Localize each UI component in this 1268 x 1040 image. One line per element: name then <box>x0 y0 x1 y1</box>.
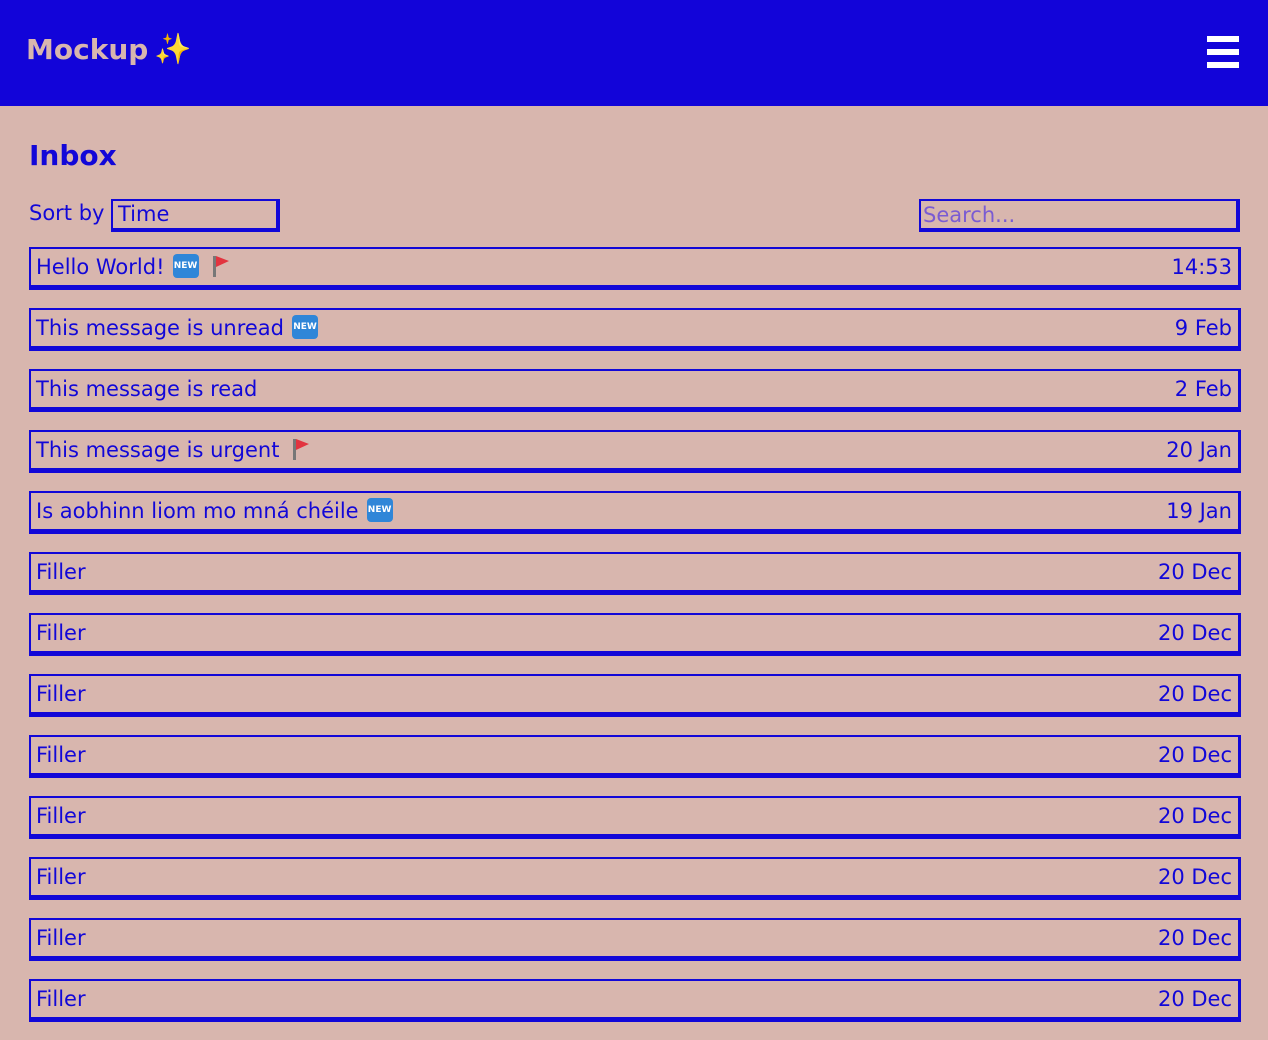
message-subject: This message is read <box>36 371 257 407</box>
message-list: Hello World! NEW 14:53 This message is unre… <box>29 247 1241 1040</box>
message-row[interactable]: Is aobhinn liom mo mná chéile NEW 19 Jan <box>29 491 1241 534</box>
message-row[interactable]: Filler 20 Dec <box>29 857 1241 900</box>
message-date: 20 Dec <box>1157 682 1232 706</box>
flag-icon <box>291 437 311 461</box>
message-subject-text: Filler <box>36 804 86 828</box>
message-date: 14:53 <box>1171 255 1232 279</box>
message-subject-text: This message is unread <box>36 316 285 340</box>
message-date: 20 Dec <box>1157 987 1232 1011</box>
message-subject: Filler <box>36 798 86 834</box>
message-date: 20 Dec <box>1157 743 1232 767</box>
message-subject-text: Hello World! <box>36 255 165 279</box>
message-date: 20 Jan <box>1166 438 1232 462</box>
message-date: 20 Dec <box>1157 804 1232 828</box>
message-subject-text: Filler <box>36 560 86 584</box>
message-subject: Hello World! NEW <box>36 249 231 285</box>
message-date: 20 Dec <box>1157 560 1232 584</box>
message-subject-text: Filler <box>36 865 86 889</box>
message-subject: This message is urgent <box>36 432 311 468</box>
message-subject: Is aobhinn liom mo mná chéile NEW <box>36 493 393 529</box>
message-subject: Filler <box>36 981 86 1017</box>
hamburger-menu-icon[interactable] <box>1207 36 1239 70</box>
message-subject: Filler <box>36 859 86 895</box>
page-title: Inbox <box>29 139 117 172</box>
message-subject: Filler <box>36 554 86 590</box>
message-date: 20 Dec <box>1157 621 1232 645</box>
message-subject-text: This message is urgent <box>36 438 280 462</box>
message-row[interactable]: Filler 20 Dec <box>29 979 1241 1022</box>
message-row[interactable]: Filler 20 Dec <box>29 918 1241 961</box>
new-badge-icon: NEW <box>172 254 199 278</box>
message-date: 20 Dec <box>1157 926 1232 950</box>
new-badge-icon: NEW <box>366 498 393 522</box>
message-row[interactable]: This message is urgent 20 Jan <box>29 430 1241 473</box>
message-subject: This message is unread NEW <box>36 310 319 346</box>
sparkles-icon: ✨ <box>154 32 192 67</box>
message-date: 9 Feb <box>1174 316 1232 340</box>
message-row[interactable]: Filler 20 Dec <box>29 674 1241 717</box>
message-row[interactable]: This message is unread NEW 9 Feb <box>29 308 1241 351</box>
new-badge-icon: NEW <box>292 315 319 339</box>
message-subject: Filler <box>36 676 86 712</box>
message-row[interactable]: Filler 20 Dec <box>29 796 1241 839</box>
message-subject-text: Filler <box>36 926 86 950</box>
message-row[interactable]: Hello World! NEW 14:53 <box>29 247 1241 290</box>
top-bar: Mockup ✨ <box>0 0 1268 106</box>
message-subject-text: This message is read <box>36 377 258 401</box>
message-subject-text: Is aobhinn liom mo mná chéile <box>36 499 359 523</box>
message-subject: Filler <box>36 737 86 773</box>
message-date: 2 Feb <box>1174 377 1232 401</box>
message-subject-text: Filler <box>36 621 86 645</box>
message-subject: Filler <box>36 920 86 956</box>
message-subject-text: Filler <box>36 682 86 706</box>
message-subject-text: Filler <box>36 987 86 1011</box>
message-subject: Filler <box>36 615 86 651</box>
message-row[interactable]: This message is read 2 Feb <box>29 369 1241 412</box>
message-row[interactable]: Filler 20 Dec <box>29 735 1241 778</box>
message-row[interactable]: Filler 20 Dec <box>29 552 1241 595</box>
sort-label: Sort by <box>29 201 105 225</box>
message-row[interactable]: Filler 20 Dec <box>29 613 1241 656</box>
brand-logo[interactable]: Mockup ✨ <box>26 30 192 70</box>
message-subject-text: Filler <box>36 743 86 767</box>
flag-icon <box>211 254 231 278</box>
message-date: 20 Dec <box>1157 865 1232 889</box>
sort-select[interactable]: Time <box>111 199 280 232</box>
search-input[interactable] <box>919 199 1240 232</box>
message-date: 19 Jan <box>1166 499 1232 523</box>
brand-name: Mockup <box>26 33 149 66</box>
